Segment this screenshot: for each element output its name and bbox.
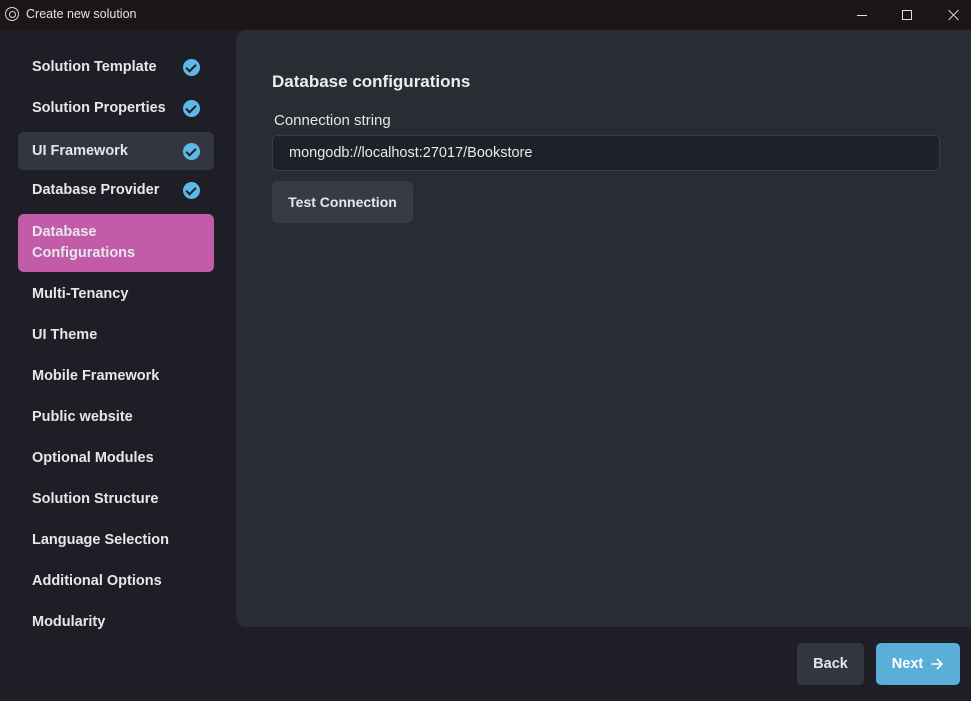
close-button[interactable] — [930, 0, 971, 30]
sidebar-item-additional-options[interactable]: Additional Options — [18, 562, 214, 600]
minimize-icon — [857, 14, 867, 16]
sidebar-item-label: Solution Template — [32, 59, 157, 75]
sidebar-item-label: UI Theme — [32, 327, 98, 343]
back-button-label: Back — [813, 656, 848, 672]
sidebar-item-label: Public website — [32, 409, 133, 425]
minimize-button[interactable] — [839, 0, 885, 30]
sidebar-item-solution-properties[interactable]: Solution Properties — [18, 89, 214, 127]
content-panel: Database configurations Connection strin… — [236, 30, 971, 627]
sidebar-item-mobile-framework[interactable]: Mobile Framework — [18, 357, 214, 395]
sidebar-item-solution-template[interactable]: Solution Template — [18, 48, 214, 86]
close-icon — [947, 9, 959, 21]
back-button[interactable]: Back — [797, 643, 864, 685]
maximize-button[interactable] — [884, 0, 930, 30]
sidebar-item-database-configurations[interactable]: Database Configurations — [18, 214, 214, 272]
next-button-label: Next — [891, 656, 924, 672]
sidebar-item-label: Solution Properties — [32, 100, 166, 116]
sidebar-item-label: Optional Modules — [32, 450, 154, 466]
sidebar-item-language-selection[interactable]: Language Selection — [18, 521, 214, 559]
arrow-right-icon — [931, 658, 944, 670]
check-circle-icon — [183, 59, 200, 76]
sidebar-item-label: Solution Structure — [32, 491, 159, 507]
sidebar-item-optional-modules[interactable]: Optional Modules — [18, 439, 214, 477]
sidebar-item-modularity[interactable]: Modularity — [18, 603, 214, 641]
sidebar-item-label: Multi-Tenancy — [32, 286, 129, 302]
maximize-icon — [902, 10, 912, 20]
check-circle-icon — [183, 100, 200, 117]
check-circle-icon — [183, 143, 200, 160]
sidebar-item-solution-structure[interactable]: Solution Structure — [18, 480, 214, 518]
sidebar-item-database-provider[interactable]: Database Provider — [18, 171, 214, 209]
connection-string-label: Connection string — [274, 112, 391, 129]
check-circle-icon — [183, 182, 200, 199]
sidebar-item-label: Additional Options — [32, 573, 162, 589]
window-title: Create new solution — [26, 7, 137, 21]
sidebar-item-label: Language Selection — [32, 532, 169, 548]
page-title: Database configurations — [272, 72, 471, 91]
sidebar-item-label: Database Provider — [32, 182, 160, 198]
sidebar-item-label: Modularity — [32, 614, 106, 630]
sidebar-item-label: UI Framework — [32, 143, 128, 159]
sidebar-item-ui-theme[interactable]: UI Theme — [18, 316, 214, 354]
title-bar: Create new solution — [0, 0, 971, 30]
sidebar-item-label: Database Configurations — [32, 224, 136, 261]
sidebar-item-ui-framework[interactable]: UI Framework — [18, 132, 214, 170]
sidebar-item-multi-tenancy[interactable]: Multi-Tenancy — [18, 275, 214, 313]
app-logo-icon — [5, 7, 19, 21]
connection-string-input[interactable] — [272, 135, 940, 171]
test-connection-button[interactable]: Test Connection — [272, 181, 413, 223]
next-button[interactable]: Next — [876, 643, 960, 685]
sidebar-item-public-website[interactable]: Public website — [18, 398, 214, 436]
sidebar-item-label: Mobile Framework — [32, 368, 160, 384]
